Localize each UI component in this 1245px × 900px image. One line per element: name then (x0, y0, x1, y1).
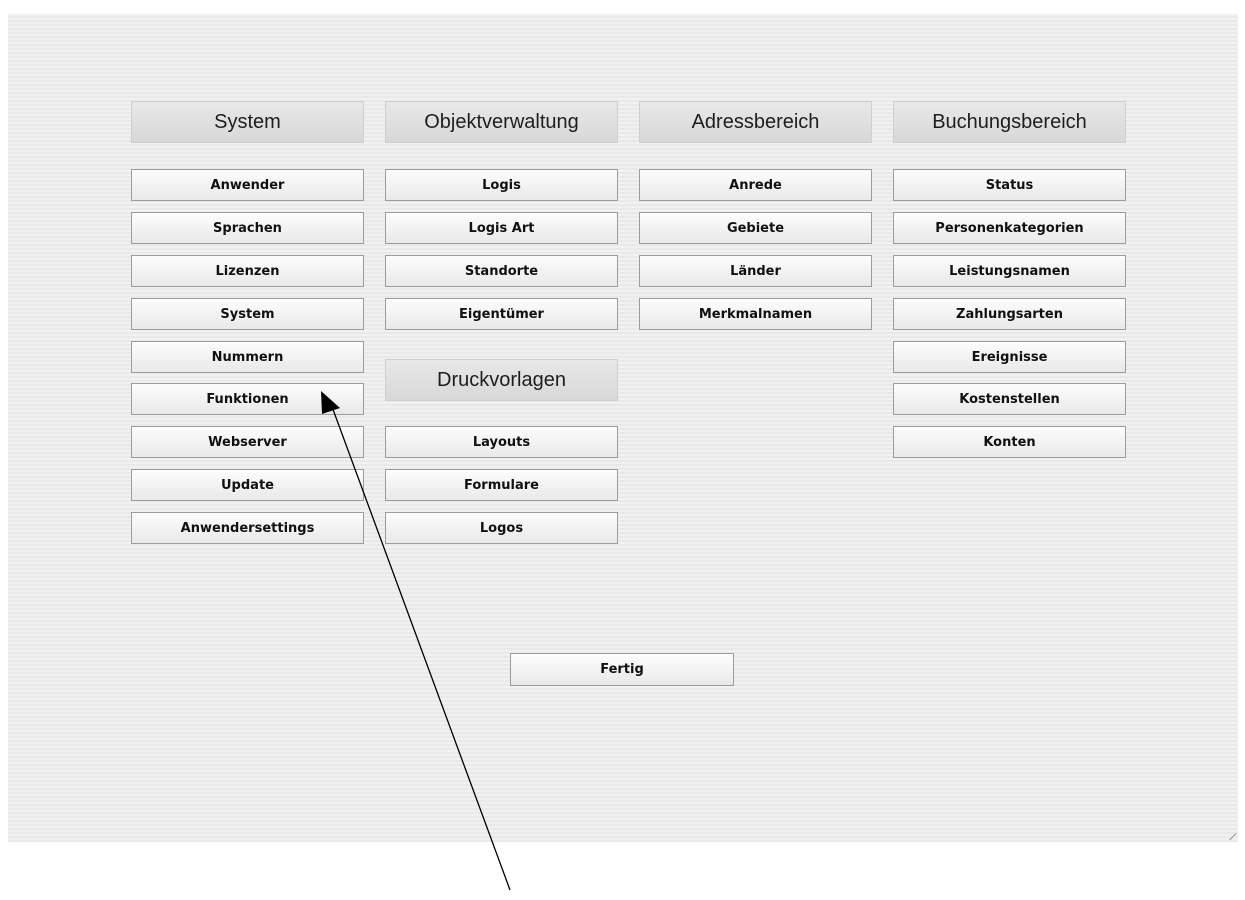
arrow-line (330, 403, 511, 891)
arrow-head (321, 391, 340, 414)
annotation-arrow (321, 391, 511, 891)
